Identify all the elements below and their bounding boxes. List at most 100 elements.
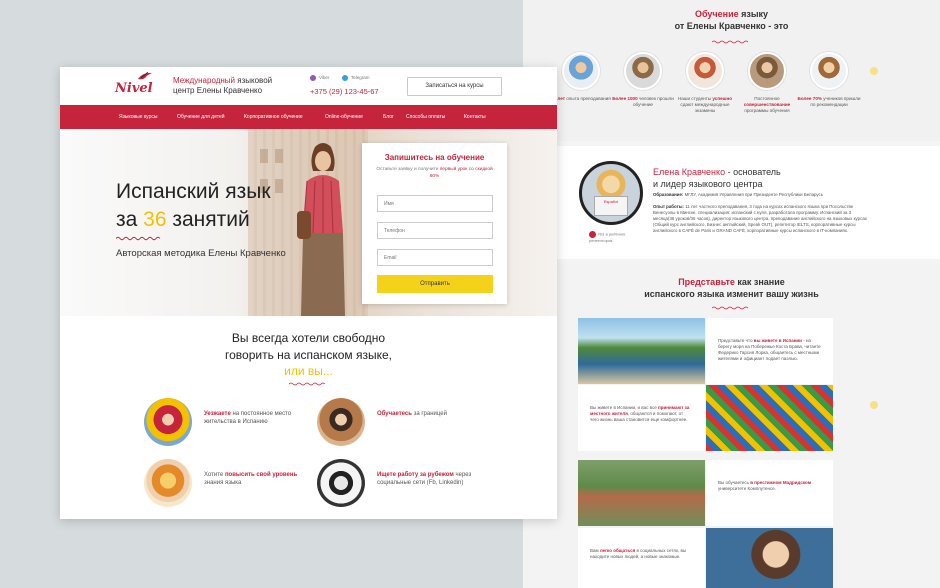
form-title: Запишитесь на обучение (384, 153, 485, 162)
wave-divider-icon (712, 306, 749, 310)
stat-photo (810, 52, 848, 90)
next-dot-icon[interactable] (870, 67, 878, 75)
reason-rest: знания языка (204, 480, 242, 486)
stat-text: Постоянное (754, 96, 780, 101)
life-section: Представьте как знание испанского языка … (523, 265, 940, 588)
nav-item-corporate[interactable]: Корпоративное обучение (244, 105, 303, 129)
site-title-highlight: Международный (173, 76, 236, 85)
reason-photo (317, 459, 365, 507)
phone-number[interactable]: +375 (29) 123-45-67 (310, 87, 379, 96)
building-window (260, 149, 268, 163)
stat-highlight: Более 70% (797, 96, 822, 101)
stat-photo (562, 52, 600, 90)
reason-highlight: Ищете работу за рубежом (377, 472, 454, 478)
wave-divider-icon (116, 236, 161, 241)
hero-title-number: 36 (143, 208, 167, 231)
nav-item-kids[interactable]: Обучение для детей (177, 105, 225, 129)
stat-photo (686, 52, 724, 90)
stat-text: программы обучения (744, 108, 790, 113)
education-text: МГЛУ, Академия Управления при Президенте… (683, 192, 824, 197)
building-window (275, 149, 283, 163)
telegram-link[interactable]: Telegram (342, 75, 370, 81)
learning-title-line2: от Елены Кравченко - это (674, 21, 789, 31)
phone-field[interactable] (377, 222, 493, 239)
reason-item: Обучаетесь за границей (317, 398, 477, 448)
life-text: Вы обучаетесь (718, 480, 751, 485)
form-description: Оставьте заявку и получите первый урок с… (376, 167, 493, 180)
life-text-card: Представьте что вы живете в Испании - на… (706, 318, 833, 384)
stat-item: 11 лет опыта преподавания (549, 52, 613, 102)
life-title-line2: испанского языка изменит вашу жизнь (644, 289, 819, 299)
nav-item-payment[interactable]: Способы оплаты (406, 105, 445, 129)
hero-title-pre: за (116, 208, 144, 231)
site-header: Nivel Международный языковой центр Елены… (60, 67, 557, 105)
founder-book: Español (594, 196, 628, 216)
hero-title-post: занятий (166, 208, 250, 231)
reason-text: Обучаетесь за границей (377, 410, 487, 418)
festival-photo (706, 385, 833, 451)
wave-divider-icon (712, 40, 749, 44)
learning-title-highlight: Обучение (694, 9, 739, 19)
background-page: Обучение языку от Елены Кравченко - это … (523, 0, 940, 588)
reason-pre: Хотите (204, 472, 225, 478)
life-text: Представьте что (718, 338, 754, 343)
reason-photo (144, 398, 192, 446)
questions-title: Вы всегда хотели свободно говорить на ис… (60, 330, 557, 364)
life-text: Вы живете в Испании, и вас все (590, 405, 658, 410)
viber-icon (310, 75, 316, 81)
stat-photo (624, 52, 662, 90)
form-desc-text: Оставьте заявку и получите (376, 167, 440, 172)
reason-text: Хотите повысить свой уровень знания язык… (204, 471, 314, 487)
stat-text: сдают международные экзамены (680, 102, 730, 113)
wave-divider-icon (289, 382, 326, 386)
next-dot-icon[interactable] (870, 401, 878, 409)
nav-item-contacts[interactable]: Контакты (464, 105, 486, 129)
reason-highlight: Уезжаете (204, 411, 231, 417)
learning-title: Обучение языку от Елены Кравченко - это (523, 8, 940, 32)
enroll-button[interactable]: Записаться на курсы (407, 77, 502, 96)
stat-item: Более 70% учеников пришли по рекомендаци… (797, 52, 861, 108)
questions-title-line1: Вы всегда хотели свободно (231, 331, 386, 345)
stat-photo (748, 52, 786, 90)
nav-item-online[interactable]: Online-обучение (325, 105, 363, 129)
stat-highlight: Более 1000 (612, 96, 638, 101)
reason-highlight: повысить свой уровень (224, 472, 298, 478)
life-text: Вам (590, 548, 600, 553)
reason-item: Хотите повысить свой уровень знания язык… (144, 459, 304, 509)
stat-text: опыта преподавания (564, 96, 611, 101)
life-text: университете Комплутенсе. (718, 486, 777, 491)
coast-photo (578, 318, 705, 384)
stat-item: Более 1000 человек прошли обучение (611, 52, 675, 108)
hero-woman-image (297, 143, 345, 316)
viber-link[interactable]: Viber (310, 75, 329, 81)
medal-icon (589, 231, 596, 238)
questions-or: или вы... (284, 364, 333, 378)
nav-item-language-courses[interactable]: Языковые курсы (119, 105, 158, 129)
reason-text: Ищете работу за рубежом через социальные… (377, 471, 487, 487)
telegram-icon (342, 75, 348, 81)
reason-highlight: Обучаетесь (377, 411, 412, 417)
nav-item-blog[interactable]: Блог (383, 105, 394, 129)
founder-section: Español №1 в рейтинге репетиторов Елена … (523, 146, 940, 259)
university-photo (578, 460, 705, 526)
stat-item: Постоянное совершенствование программы о… (735, 52, 799, 114)
education-label: Образование: (653, 192, 684, 197)
life-title-rest: как знание (734, 277, 785, 287)
experience-text: 11 лет частного преподавания, 3 года на … (653, 204, 867, 233)
life-text-highlight: в престижном Мадридском (750, 480, 812, 485)
logo[interactable]: Nivel (115, 71, 159, 101)
stat-highlight: совершенствование (743, 102, 791, 107)
form-desc-highlight: первый урок со скидкой 60% (429, 167, 493, 179)
main-nav: Языковые курсы Обучение для детей Корпор… (60, 105, 557, 129)
founder-role: - основатель (725, 167, 781, 177)
life-title-highlight: Представьте (678, 277, 735, 287)
submit-button[interactable]: Отправить (377, 275, 493, 293)
questions-section: Вы всегда хотели свободно говорить на ис… (60, 316, 557, 519)
stat-highlight: успешно (712, 96, 733, 101)
learning-section: Обучение языку от Елены Кравченко - это … (523, 0, 940, 141)
email-field[interactable] (377, 249, 493, 266)
reason-item: Ищете работу за рубежом через социальные… (317, 459, 477, 509)
name-field[interactable] (377, 195, 493, 212)
life-text-highlight: вы живете в Испании (753, 338, 802, 343)
telegram-label: Telegram (351, 75, 370, 81)
